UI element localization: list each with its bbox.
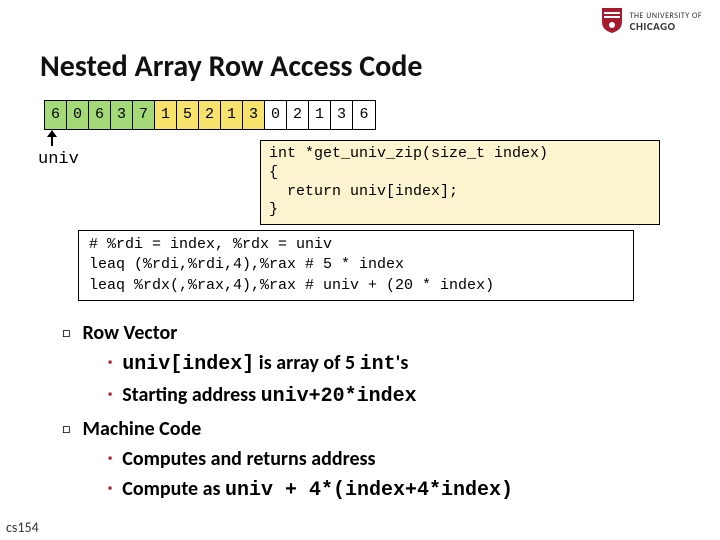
array-cell: 6 <box>45 101 67 129</box>
logo-text: THE UNIVERSITY OF CHICAGO <box>630 12 702 33</box>
square-bullet-icon: ▪ <box>108 474 112 506</box>
text-span: 's <box>396 351 409 375</box>
list-item: □ Machine Code <box>62 414 682 444</box>
text-span: Starting address <box>122 383 260 407</box>
bullet-text: Starting address univ+20*index <box>122 380 416 412</box>
text-span: is array of 5 <box>254 351 359 375</box>
bullet-list: □ Row Vector ▪ univ[index] is array of 5… <box>62 316 682 506</box>
array-cells: 606371521302136 <box>44 100 376 130</box>
bullet-text: Computes and returns address <box>122 444 375 474</box>
array-cell: 0 <box>265 101 287 129</box>
array-cell: 3 <box>111 101 133 129</box>
arrow-up-icon <box>48 130 58 150</box>
code-block-asm: # %rdi = index, %rdx = univ leaq (%rdi,%… <box>78 230 634 301</box>
array-cell: 2 <box>199 101 221 129</box>
array-cell: 1 <box>221 101 243 129</box>
logo-line2: CHICAGO <box>630 21 702 33</box>
array-cell: 3 <box>331 101 353 129</box>
array-cell: 6 <box>89 101 111 129</box>
univ-label: univ <box>38 150 79 169</box>
array-cell: 3 <box>243 101 265 129</box>
array-cell: 0 <box>67 101 89 129</box>
array-cell: 2 <box>287 101 309 129</box>
bullet-text: univ[index] is array of 5 int's <box>122 348 408 380</box>
footer-label: cs154 <box>6 519 39 536</box>
list-item: ▪ Compute as univ + 4*(index+4*index) <box>108 474 682 506</box>
university-logo: THE UNIVERSITY OF CHICAGO <box>600 6 702 39</box>
array-cell: 1 <box>155 101 177 129</box>
bullet-text: Machine Code <box>82 414 201 444</box>
bullet-icon: □ <box>62 414 70 444</box>
code-span: univ[index] <box>122 353 254 376</box>
list-item: ▪ univ[index] is array of 5 int's <box>108 348 682 380</box>
code-span: univ+20*index <box>261 385 417 408</box>
code-span: univ + 4*(index+4*index) <box>225 479 513 502</box>
list-item: ▪ Starting address univ+20*index <box>108 380 682 412</box>
array-cell: 6 <box>353 101 375 129</box>
array-cell: 1 <box>309 101 331 129</box>
square-bullet-icon: ▪ <box>108 348 112 380</box>
shield-icon <box>600 6 624 39</box>
code-block-c: int *get_univ_zip(size_t index) { return… <box>260 140 660 225</box>
text-span: Compute as <box>122 477 225 501</box>
page-title: Nested Array Row Access Code <box>40 48 423 85</box>
bullet-icon: □ <box>62 318 70 348</box>
code-span: int <box>360 353 396 376</box>
bullet-text: Compute as univ + 4*(index+4*index) <box>122 474 513 506</box>
square-bullet-icon: ▪ <box>108 380 112 412</box>
array-cell: 5 <box>177 101 199 129</box>
array-cell: 7 <box>133 101 155 129</box>
list-item: ▪ Computes and returns address <box>108 444 682 474</box>
square-bullet-icon: ▪ <box>108 444 112 474</box>
bullet-text: Row Vector <box>82 318 177 348</box>
list-item: □ Row Vector <box>62 318 682 348</box>
